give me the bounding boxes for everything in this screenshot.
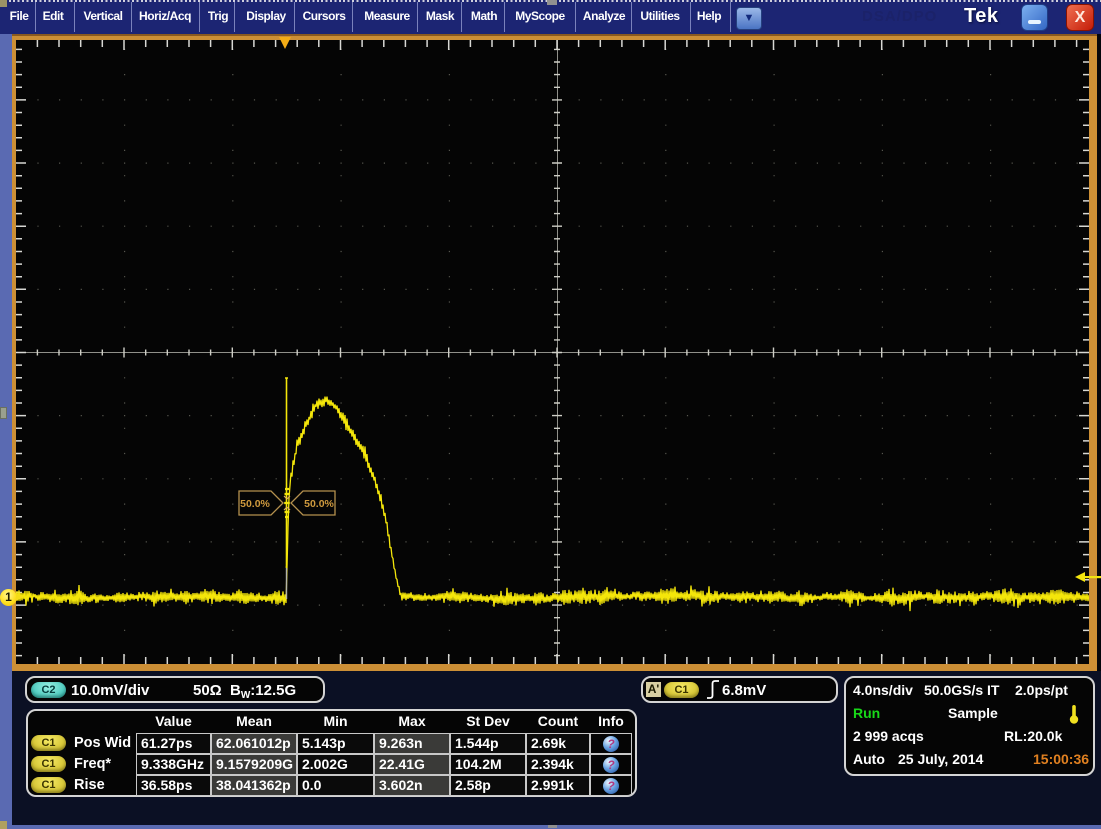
svg-text:50.0%: 50.0%	[240, 498, 270, 510]
svg-text:50.0%: 50.0%	[304, 498, 334, 510]
